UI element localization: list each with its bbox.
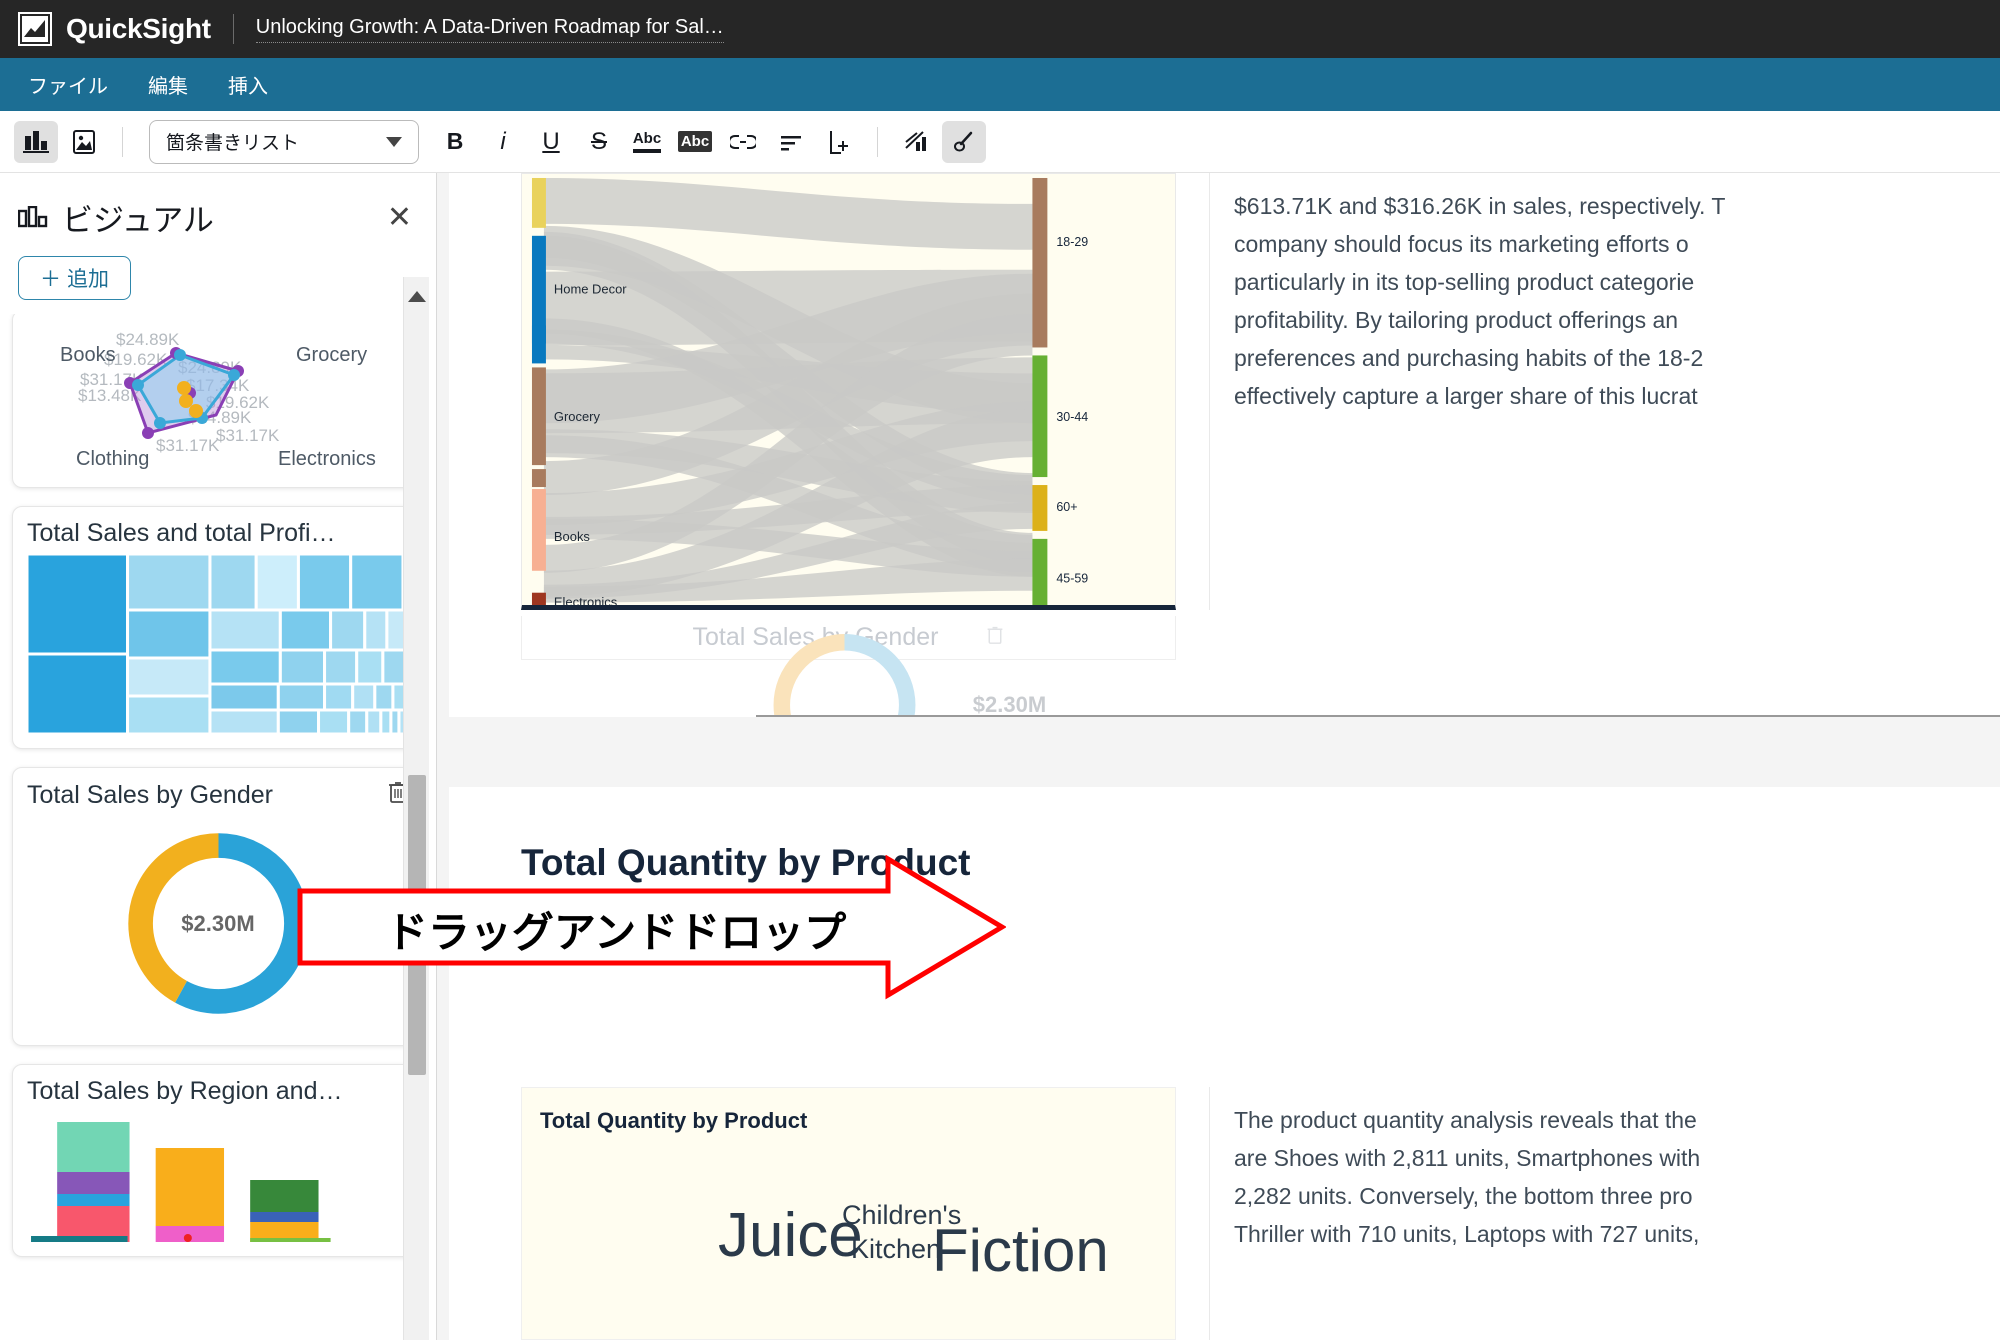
document-title[interactable]: Unlocking Growth: A Data-Driven Roadmap … xyxy=(255,16,724,43)
svg-text:60+: 60+ xyxy=(1056,500,1077,514)
wordcloud-word-kitchen[interactable]: Kitchen xyxy=(851,1234,941,1265)
link-icon[interactable] xyxy=(721,121,765,163)
svg-text:18-29: 18-29 xyxy=(1056,235,1088,249)
page-break-icon[interactable] xyxy=(817,121,861,163)
italic-label: i xyxy=(500,127,506,155)
menu-edit[interactable]: 編集 xyxy=(134,64,202,105)
scrollbar-thumb[interactable] xyxy=(408,775,426,1075)
visual-card-title: Total Sales and total Profi… xyxy=(27,519,336,547)
toolbar-divider-2 xyxy=(877,126,878,157)
narrative-paragraph: $613.71K and $316.26K in sales, respecti… xyxy=(1234,193,1726,409)
svg-text:Grocery: Grocery xyxy=(296,344,367,366)
visual-panel: ビジュアル ✕ ＋ 追加 Books Grocery Clothing Elec… xyxy=(0,173,437,1340)
insights-icon[interactable] xyxy=(894,121,938,163)
visual-card-list[interactable]: Books Grocery Clothing Electronics $24.8… xyxy=(0,314,436,1340)
svg-text:Home Decor: Home Decor xyxy=(554,282,627,297)
narrative-paragraph: The product quantity analysis reveals th… xyxy=(1234,1107,1701,1247)
add-visual-button[interactable]: ＋ 追加 xyxy=(18,256,131,300)
svg-text:$24.89K: $24.89K xyxy=(116,330,180,349)
font-color-label: Abc xyxy=(632,130,662,153)
close-icon[interactable]: ✕ xyxy=(381,202,418,233)
svg-text:$31.17K: $31.17K xyxy=(156,436,220,455)
add-visual-label: 追加 xyxy=(67,268,109,291)
visual-card-header: Total Sales by Gender xyxy=(27,780,409,810)
visual-card-title: Total Sales by Gender xyxy=(27,780,273,809)
paragraph-style-value: 箇条書きリスト xyxy=(166,133,300,154)
scroll-up-arrow-icon[interactable] xyxy=(408,291,426,302)
underline-button[interactable]: U xyxy=(529,121,573,163)
bar-chart-icon xyxy=(18,205,48,230)
donut-center-value: $2.30M xyxy=(181,910,255,936)
wordcloud-title: Total Quantity by Product xyxy=(540,1108,808,1133)
strikethrough-button[interactable]: S xyxy=(577,121,621,163)
visual-card-radar[interactable]: Books Grocery Clothing Electronics $24.8… xyxy=(12,314,424,488)
svg-text:$31.17K: $31.17K xyxy=(216,426,280,445)
menu-insert[interactable]: 挿入 xyxy=(214,64,282,105)
visual-panel-header: ビジュアル ✕ xyxy=(0,173,436,246)
formatting-toolbar: 箇条書きリスト B i U S Abc Abc xyxy=(0,111,2000,173)
visual-card-treemap[interactable]: Total Sales and total Profi… xyxy=(12,506,424,749)
title-bar: QuickSight Unlocking Growth: A Data-Driv… xyxy=(0,0,2000,58)
wordcloud-visual[interactable]: Total Quantity by Product Juice Children… xyxy=(521,1087,1176,1340)
document-page: Home Decor Grocery Books Electronics 18-… xyxy=(449,173,2000,1340)
toolbar-divider-1 xyxy=(122,126,123,157)
menu-file[interactable]: ファイル xyxy=(14,64,122,105)
svg-text:Grocery: Grocery xyxy=(554,409,601,424)
highlight-color-label: Abc xyxy=(677,131,713,152)
wordcloud-word-fiction[interactable]: Fiction xyxy=(932,1216,1109,1285)
visual-card-header: Total Sales by Region and… xyxy=(27,1077,409,1106)
document-canvas[interactable]: Home Decor Grocery Books Electronics 18-… xyxy=(437,173,2000,1340)
narrative-text-bottom[interactable]: The product quantity analysis reveals th… xyxy=(1209,1087,2000,1340)
visual-card-stacked-bar[interactable]: Total Sales by Region and… xyxy=(12,1064,424,1257)
section-title: Total Quantity by Product xyxy=(521,842,971,883)
svg-text:Books: Books xyxy=(554,529,591,544)
bold-label: B xyxy=(446,128,464,154)
svg-text:Electronics: Electronics xyxy=(278,448,376,470)
paragraph-style-select[interactable]: 箇条書きリスト xyxy=(149,119,419,164)
chart-icon[interactable] xyxy=(14,120,58,163)
treemap-thumbnail xyxy=(27,554,409,734)
visual-card-header: Total Sales and total Profi… xyxy=(27,519,409,548)
svg-text:Clothing: Clothing xyxy=(76,448,149,470)
trash-icon xyxy=(986,625,1004,651)
chevron-down-icon xyxy=(386,136,402,147)
drop-indicator-line xyxy=(756,715,2000,717)
donut-thumbnail: $2.30M xyxy=(27,816,409,1031)
strikethrough-label: S xyxy=(590,127,607,155)
bold-button[interactable]: B xyxy=(433,121,477,163)
brand-wordmark: QuickSight xyxy=(66,13,211,44)
visual-panel-title: ビジュアル xyxy=(62,203,214,238)
chart-logo-icon xyxy=(18,12,52,46)
svg-text:Electronics: Electronics xyxy=(554,595,618,610)
visual-card-title: Total Sales by Region and… xyxy=(27,1077,343,1105)
format-brush-icon[interactable] xyxy=(942,120,986,163)
font-color-button[interactable]: Abc xyxy=(625,121,669,163)
radar-thumbnail: Books Grocery Clothing Electronics $24.8… xyxy=(27,323,409,473)
italic-button[interactable]: i xyxy=(481,121,525,163)
underline-label: U xyxy=(542,127,560,155)
align-icon[interactable] xyxy=(769,121,813,163)
drop-zone xyxy=(449,717,2000,787)
narrative-text-top[interactable]: $613.71K and $316.26K in sales, respecti… xyxy=(1209,173,2000,610)
titlebar-divider xyxy=(232,14,234,44)
menu-bar: ファイル 編集 挿入 xyxy=(0,58,2000,111)
highlight-color-button[interactable]: Abc xyxy=(673,121,717,163)
stacked-bar-thumbnail xyxy=(27,1112,409,1242)
sankey-visual[interactable]: Home Decor Grocery Books Electronics 18-… xyxy=(521,173,1176,610)
svg-text:45-59: 45-59 xyxy=(1056,572,1088,586)
visual-panel-scrollbar[interactable] xyxy=(403,277,429,1340)
plus-icon: ＋ xyxy=(40,268,61,291)
visual-card-donut[interactable]: Total Sales by Gender $2.30M xyxy=(12,767,424,1046)
svg-text:30-44: 30-44 xyxy=(1056,410,1088,424)
image-icon[interactable] xyxy=(62,121,106,163)
quantity-section: Total Quantity by Product Total Quantity… xyxy=(449,787,2000,1340)
